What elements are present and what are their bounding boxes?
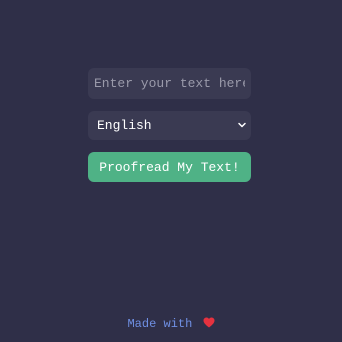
proofread-form: English Proofread My Text! [88,68,251,182]
language-select-value: English [97,118,152,133]
footer: Made with [0,317,342,331]
footer-text: Made with [127,317,193,331]
language-select[interactable]: English [88,111,251,140]
heart-icon [203,317,214,328]
chevron-down-icon [238,122,246,128]
text-input[interactable] [88,68,251,99]
proofread-button[interactable]: Proofread My Text! [88,152,251,182]
